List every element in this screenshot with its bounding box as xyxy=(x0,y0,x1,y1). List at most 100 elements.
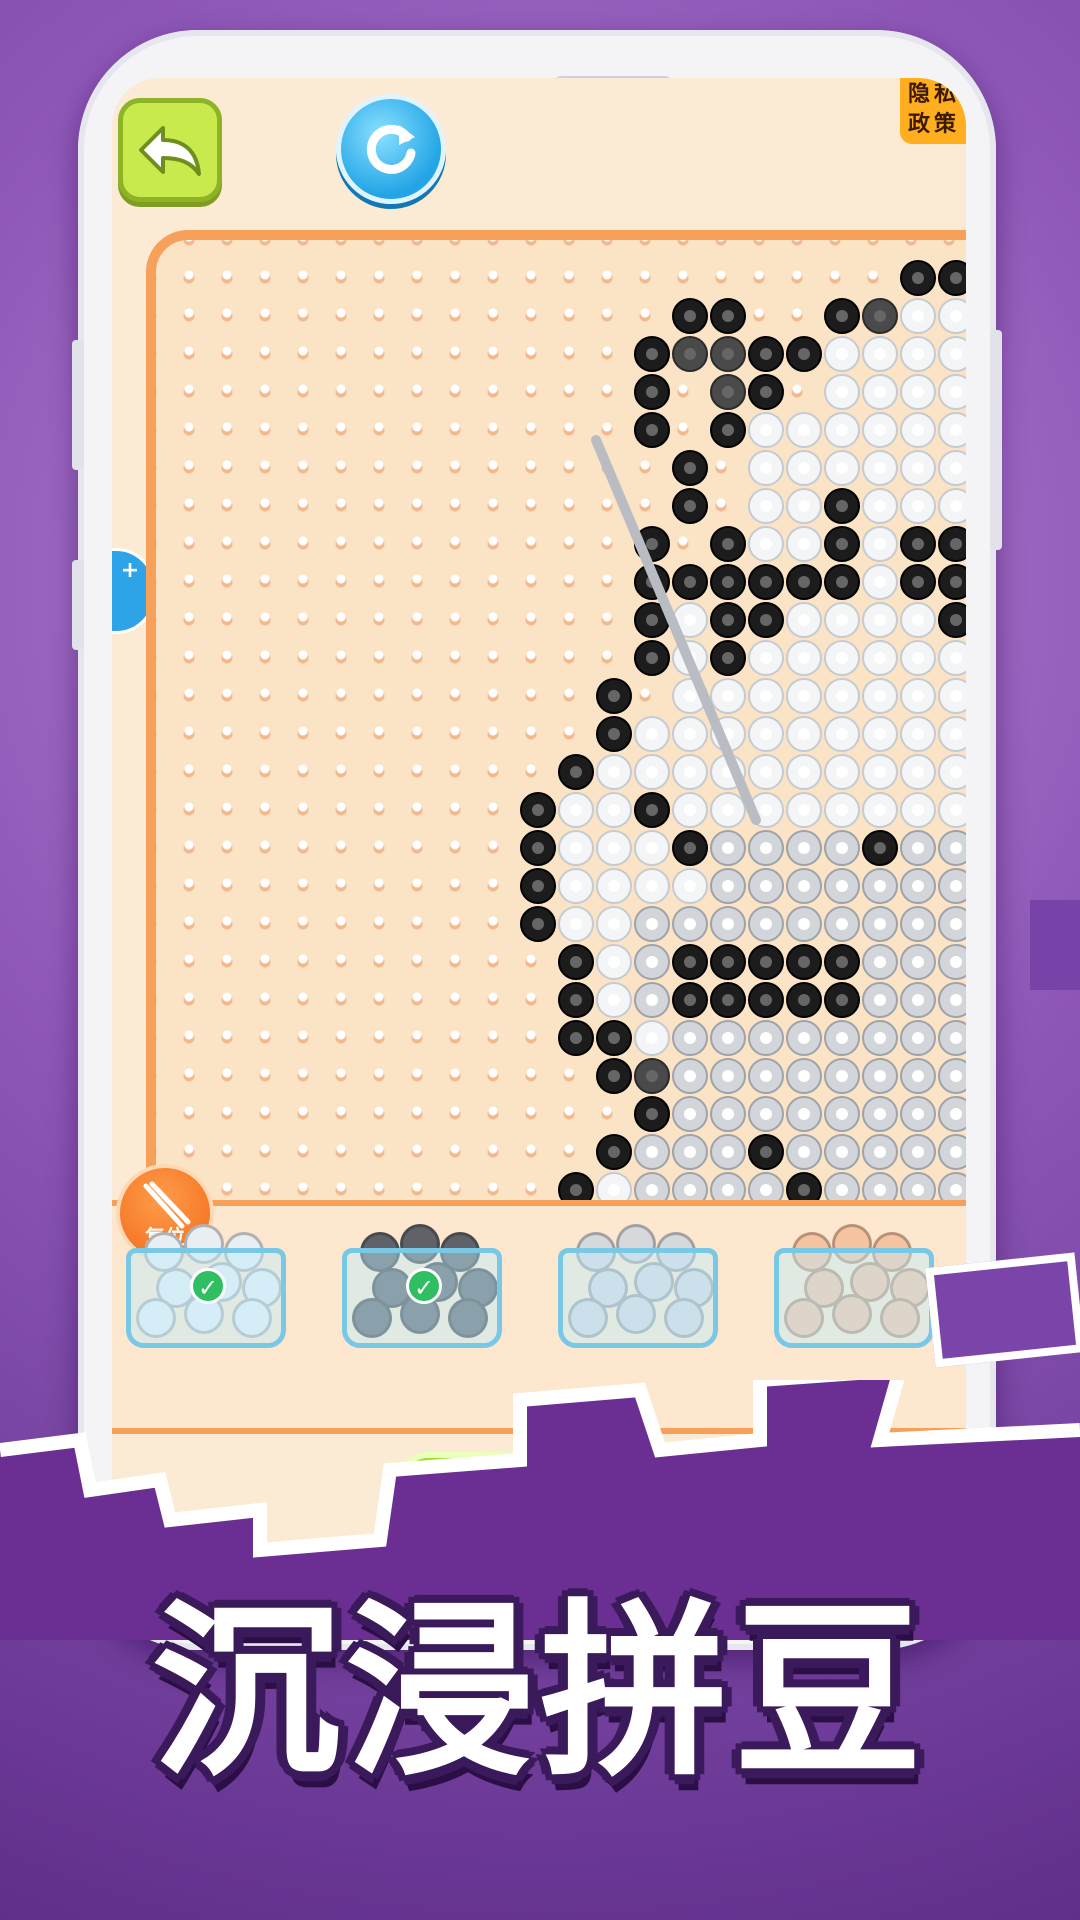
bead-hole xyxy=(798,842,810,854)
refresh-icon xyxy=(366,124,416,174)
bead-hole xyxy=(798,500,810,512)
bead-hole xyxy=(874,1146,886,1158)
bead-hole xyxy=(798,1070,810,1082)
bead-hole xyxy=(608,842,620,854)
bead-hole xyxy=(950,424,962,436)
bead-hole xyxy=(684,804,696,816)
bead-hole xyxy=(570,956,582,968)
bead-hole xyxy=(912,386,924,398)
bead-hole xyxy=(912,1184,924,1196)
bead-hole xyxy=(836,1184,848,1196)
bead-hole xyxy=(798,728,810,740)
bead-hole xyxy=(722,880,734,892)
bead-hole xyxy=(608,804,620,816)
pegboard[interactable] xyxy=(146,230,966,1230)
bead-hole xyxy=(722,386,734,398)
bead-hole xyxy=(608,728,620,740)
bead-hole xyxy=(836,994,848,1006)
bead-hole xyxy=(532,918,544,930)
bead-hole xyxy=(950,918,962,930)
bead-hole xyxy=(608,918,620,930)
bead-hole xyxy=(760,1032,772,1044)
bead-hole xyxy=(874,956,886,968)
bead-hole xyxy=(950,614,962,626)
bead-hole xyxy=(912,538,924,550)
bead-basket-light-gray[interactable] xyxy=(558,1224,718,1348)
bead-hole xyxy=(684,462,696,474)
bead-hole xyxy=(836,766,848,778)
bead-hole xyxy=(608,1070,620,1082)
bead-hole xyxy=(798,614,810,626)
bead-hole xyxy=(646,1146,658,1158)
bead-hole xyxy=(874,424,886,436)
privacy-policy-link[interactable]: 隐私 政策 xyxy=(900,78,966,144)
bead-hole xyxy=(912,272,924,284)
bead-hole xyxy=(532,804,544,816)
bead-hole xyxy=(722,690,734,702)
bead-hole xyxy=(874,1070,886,1082)
bead-hole xyxy=(874,614,886,626)
bead-hole xyxy=(912,348,924,360)
bead-hole xyxy=(722,310,734,322)
basket-container xyxy=(558,1248,718,1348)
bead-hole xyxy=(646,994,658,1006)
bead-hole xyxy=(950,766,962,778)
back-button[interactable] xyxy=(118,98,222,202)
bead-hole xyxy=(760,690,772,702)
bead-hole xyxy=(912,1032,924,1044)
bead-hole xyxy=(836,918,848,930)
bead-hole xyxy=(722,652,734,664)
bead-hole xyxy=(798,804,810,816)
bead-basket-white[interactable]: ✓ xyxy=(126,1224,286,1348)
basket-container xyxy=(774,1248,934,1348)
bead-hole xyxy=(950,1070,962,1082)
bead-hole xyxy=(874,348,886,360)
bead-hole xyxy=(912,1146,924,1158)
bead-hole xyxy=(950,500,962,512)
phone-side-button xyxy=(72,560,84,650)
bead-hole xyxy=(760,804,772,816)
bead-hole xyxy=(760,424,772,436)
bead-hole xyxy=(684,1070,696,1082)
restart-button[interactable] xyxy=(336,94,446,204)
bead-hole xyxy=(836,1070,848,1082)
bead-hole xyxy=(760,500,772,512)
phone-side-button xyxy=(72,340,84,470)
bead-hole xyxy=(798,994,810,1006)
bead-hole xyxy=(836,310,848,322)
bead-hole xyxy=(760,842,772,854)
bead-hole xyxy=(950,994,962,1006)
bead-hole xyxy=(798,348,810,360)
bead-hole xyxy=(912,804,924,816)
bead-hole xyxy=(836,690,848,702)
bead-hole xyxy=(836,1108,848,1120)
bead-hole xyxy=(798,918,810,930)
bead-basket-peach[interactable] xyxy=(774,1224,934,1348)
bead-hole xyxy=(836,424,848,436)
bead-hole xyxy=(874,386,886,398)
bead-hole xyxy=(950,728,962,740)
bead-hole xyxy=(836,804,848,816)
bead-hole xyxy=(798,424,810,436)
bead-hole xyxy=(950,462,962,474)
bead-hole xyxy=(798,1184,810,1196)
bead-hole xyxy=(722,994,734,1006)
bead-hole xyxy=(950,1146,962,1158)
bead-hole xyxy=(760,956,772,968)
bead-hole xyxy=(874,1108,886,1120)
bead-hole xyxy=(722,614,734,626)
bead-hole xyxy=(874,880,886,892)
bead-hole xyxy=(836,576,848,588)
bead-hole xyxy=(646,348,658,360)
bead-pattern xyxy=(520,260,966,1208)
bead-hole xyxy=(646,538,658,550)
bead-hole xyxy=(912,766,924,778)
bead-hole xyxy=(646,614,658,626)
bead-hole xyxy=(912,576,924,588)
bead-hole xyxy=(684,500,696,512)
bead-hole xyxy=(684,1032,696,1044)
bead-hole xyxy=(950,690,962,702)
bead-hole xyxy=(646,728,658,740)
bead-basket-dark-gray[interactable]: ✓ xyxy=(342,1224,502,1348)
bead-hole xyxy=(684,994,696,1006)
